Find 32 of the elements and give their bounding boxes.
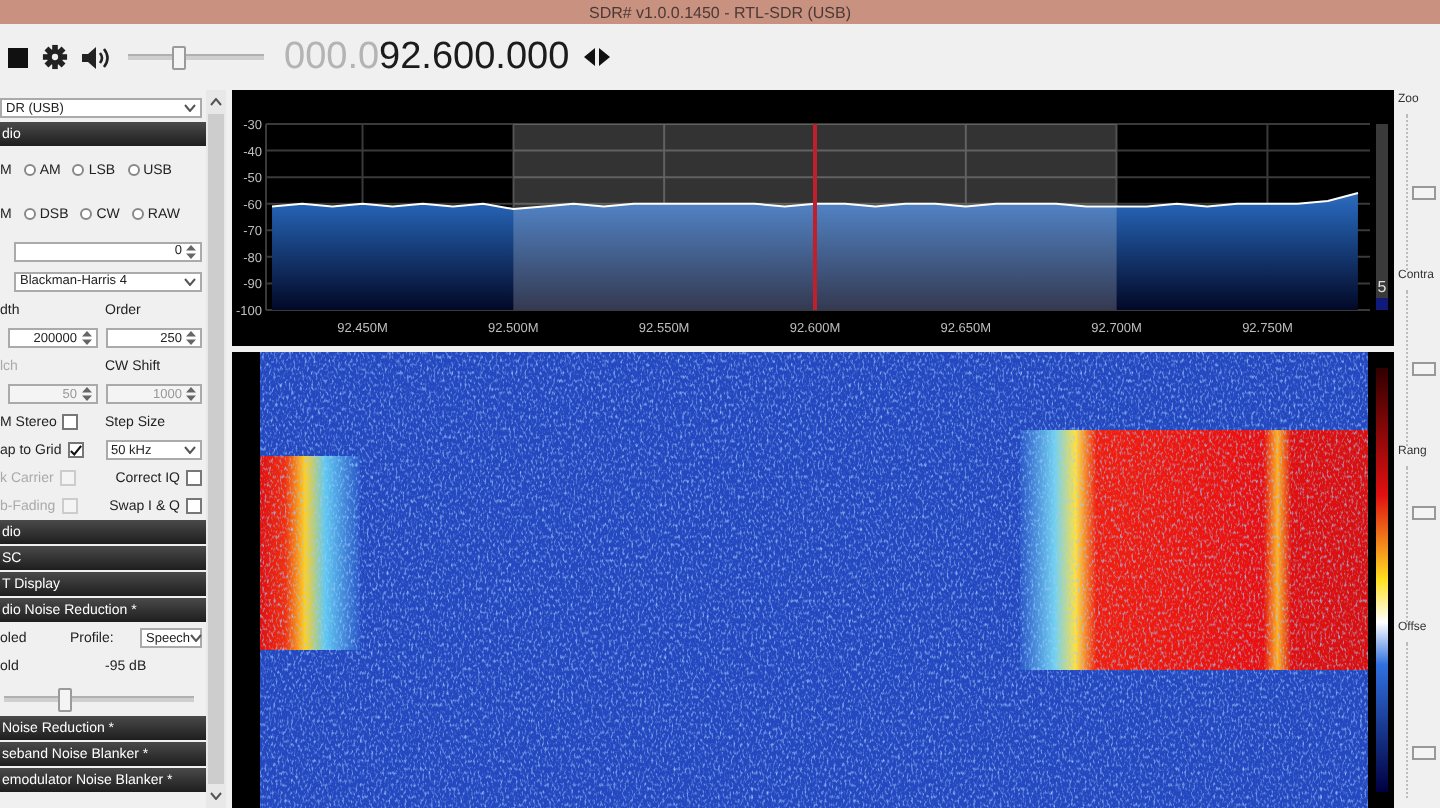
- spin-arrows-icon[interactable]: [186, 330, 196, 346]
- vertical-slider[interactable]: [1406, 114, 1432, 270]
- frequency-prefix: 000.0: [284, 35, 380, 79]
- settings-icon[interactable]: [42, 44, 68, 70]
- caret-icon[interactable]: [184, 446, 196, 454]
- spin-arrows-icon[interactable]: [81, 330, 91, 346]
- filter-band[interactable]: [513, 124, 1117, 310]
- left-right-arrows-icon[interactable]: [583, 48, 610, 66]
- caret-icon[interactable]: [190, 634, 203, 642]
- speaker-icon[interactable]: [82, 45, 110, 69]
- checkbox[interactable]: [186, 470, 202, 486]
- volume-slider[interactable]: [128, 45, 264, 69]
- stop-icon[interactable]: [8, 47, 28, 67]
- scroll-up-icon[interactable]: [210, 98, 222, 106]
- threshold-slider[interactable]: [4, 686, 194, 710]
- scale-label: 5: [1377, 278, 1387, 296]
- scale-bar[interactable]: [1376, 124, 1388, 310]
- vertical-slider[interactable]: [1406, 290, 1432, 446]
- scrollbar[interactable]: [206, 90, 226, 808]
- caret-icon[interactable]: [184, 104, 196, 112]
- checkbox[interactable]: [67, 442, 84, 458]
- checkbox[interactable]: [186, 498, 202, 514]
- spin-arrows-icon[interactable]: [186, 243, 196, 259]
- scroll-thumb[interactable]: [208, 114, 224, 784]
- vertical-slider[interactable]: [1406, 642, 1432, 798]
- vertical-slider[interactable]: [1406, 466, 1432, 622]
- window-title: SDR# v1.0.0.1450 - RTL-SDR (USB): [588, 3, 851, 21]
- frequency-display[interactable]: 92.600.000: [379, 35, 570, 79]
- caret-icon[interactable]: [184, 277, 196, 285]
- scroll-down-icon[interactable]: [210, 792, 222, 800]
- frequency-marker[interactable]: [813, 124, 817, 310]
- checkbox[interactable]: [62, 414, 79, 430]
